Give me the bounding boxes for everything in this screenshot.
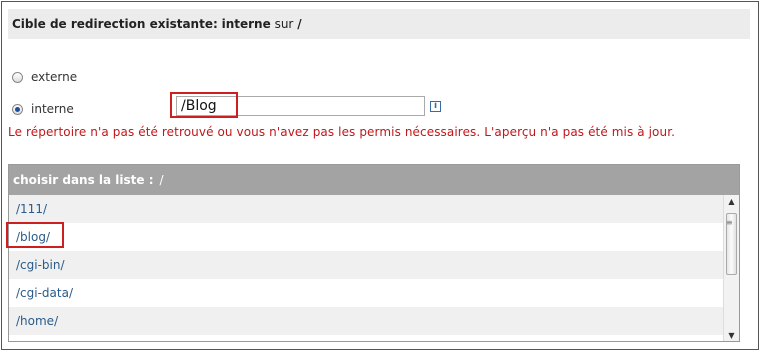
list-header-label: choisir dans la liste : (13, 173, 154, 187)
list-item-cgi-bin[interactable]: /cgi-bin/ (9, 251, 725, 279)
scroll-up-icon[interactable]: ▲ (724, 195, 739, 209)
scroll-down-icon[interactable]: ▼ (724, 329, 739, 341)
scroll-grip-icon: ≡ (726, 218, 733, 227)
input-highlight-box (170, 92, 238, 118)
list-scrollbar[interactable]: ▲ ≡ ▼ (723, 195, 739, 341)
header-label: Cible de redirection existante: (12, 17, 218, 31)
radio-interne[interactable] (12, 103, 23, 115)
radio-interne-row[interactable]: interne (12, 102, 74, 116)
header-target-type: interne (221, 17, 271, 31)
list-item-111[interactable]: /111/ (9, 195, 725, 223)
list-item-home[interactable]: /home/ (9, 307, 725, 335)
radio-externe-row[interactable]: externe (12, 70, 77, 84)
header-path: / (297, 17, 302, 31)
info-icon[interactable]: i (430, 101, 441, 112)
directory-list: choisir dans la liste : / /111/ /blog/ /c… (8, 164, 740, 342)
list-item-cgi-data[interactable]: /cgi-data/ (9, 279, 725, 307)
error-message: Le répertoire n'a pas été retrouvé ou vo… (8, 125, 676, 139)
radio-interne-label: interne (31, 102, 74, 116)
list-header-path: / (159, 173, 164, 187)
redirect-target-header: Cible de redirection existante: interne … (8, 9, 750, 39)
radio-externe[interactable] (12, 71, 23, 83)
list-header: choisir dans la liste : / (9, 165, 739, 195)
blog-item-highlight-box (6, 222, 64, 248)
radio-externe-label: externe (31, 70, 78, 84)
list-item-blog[interactable]: /blog/ (9, 223, 725, 251)
header-connector: sur (274, 17, 294, 31)
